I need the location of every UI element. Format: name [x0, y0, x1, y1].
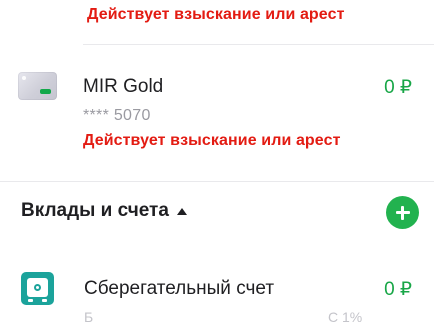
bank-card-icon	[18, 72, 57, 100]
card-title: MIR Gold	[83, 76, 164, 97]
safe-icon	[21, 272, 54, 305]
card-amount: 0 ₽	[384, 77, 412, 98]
top-item-warning: Действует взыскание или арест	[87, 6, 345, 23]
caret-up-icon	[176, 208, 187, 215]
section-divider	[0, 181, 434, 182]
add-account-button[interactable]	[386, 196, 419, 229]
savings-title: Сберегательный счет	[84, 278, 275, 299]
savings-amount: 0 ₽	[384, 279, 412, 300]
deposits-section-toggle[interactable]: Вклады и счета	[21, 200, 187, 222]
card-number: **** 5070	[83, 107, 151, 124]
card-warning: Действует взыскание или арест	[83, 132, 341, 149]
section-title: Вклады и счета	[21, 200, 169, 221]
top-item-divider	[83, 44, 434, 45]
savings-rate-partial: С 1%	[328, 309, 363, 325]
savings-subtitle-partial: Б	[84, 309, 94, 325]
